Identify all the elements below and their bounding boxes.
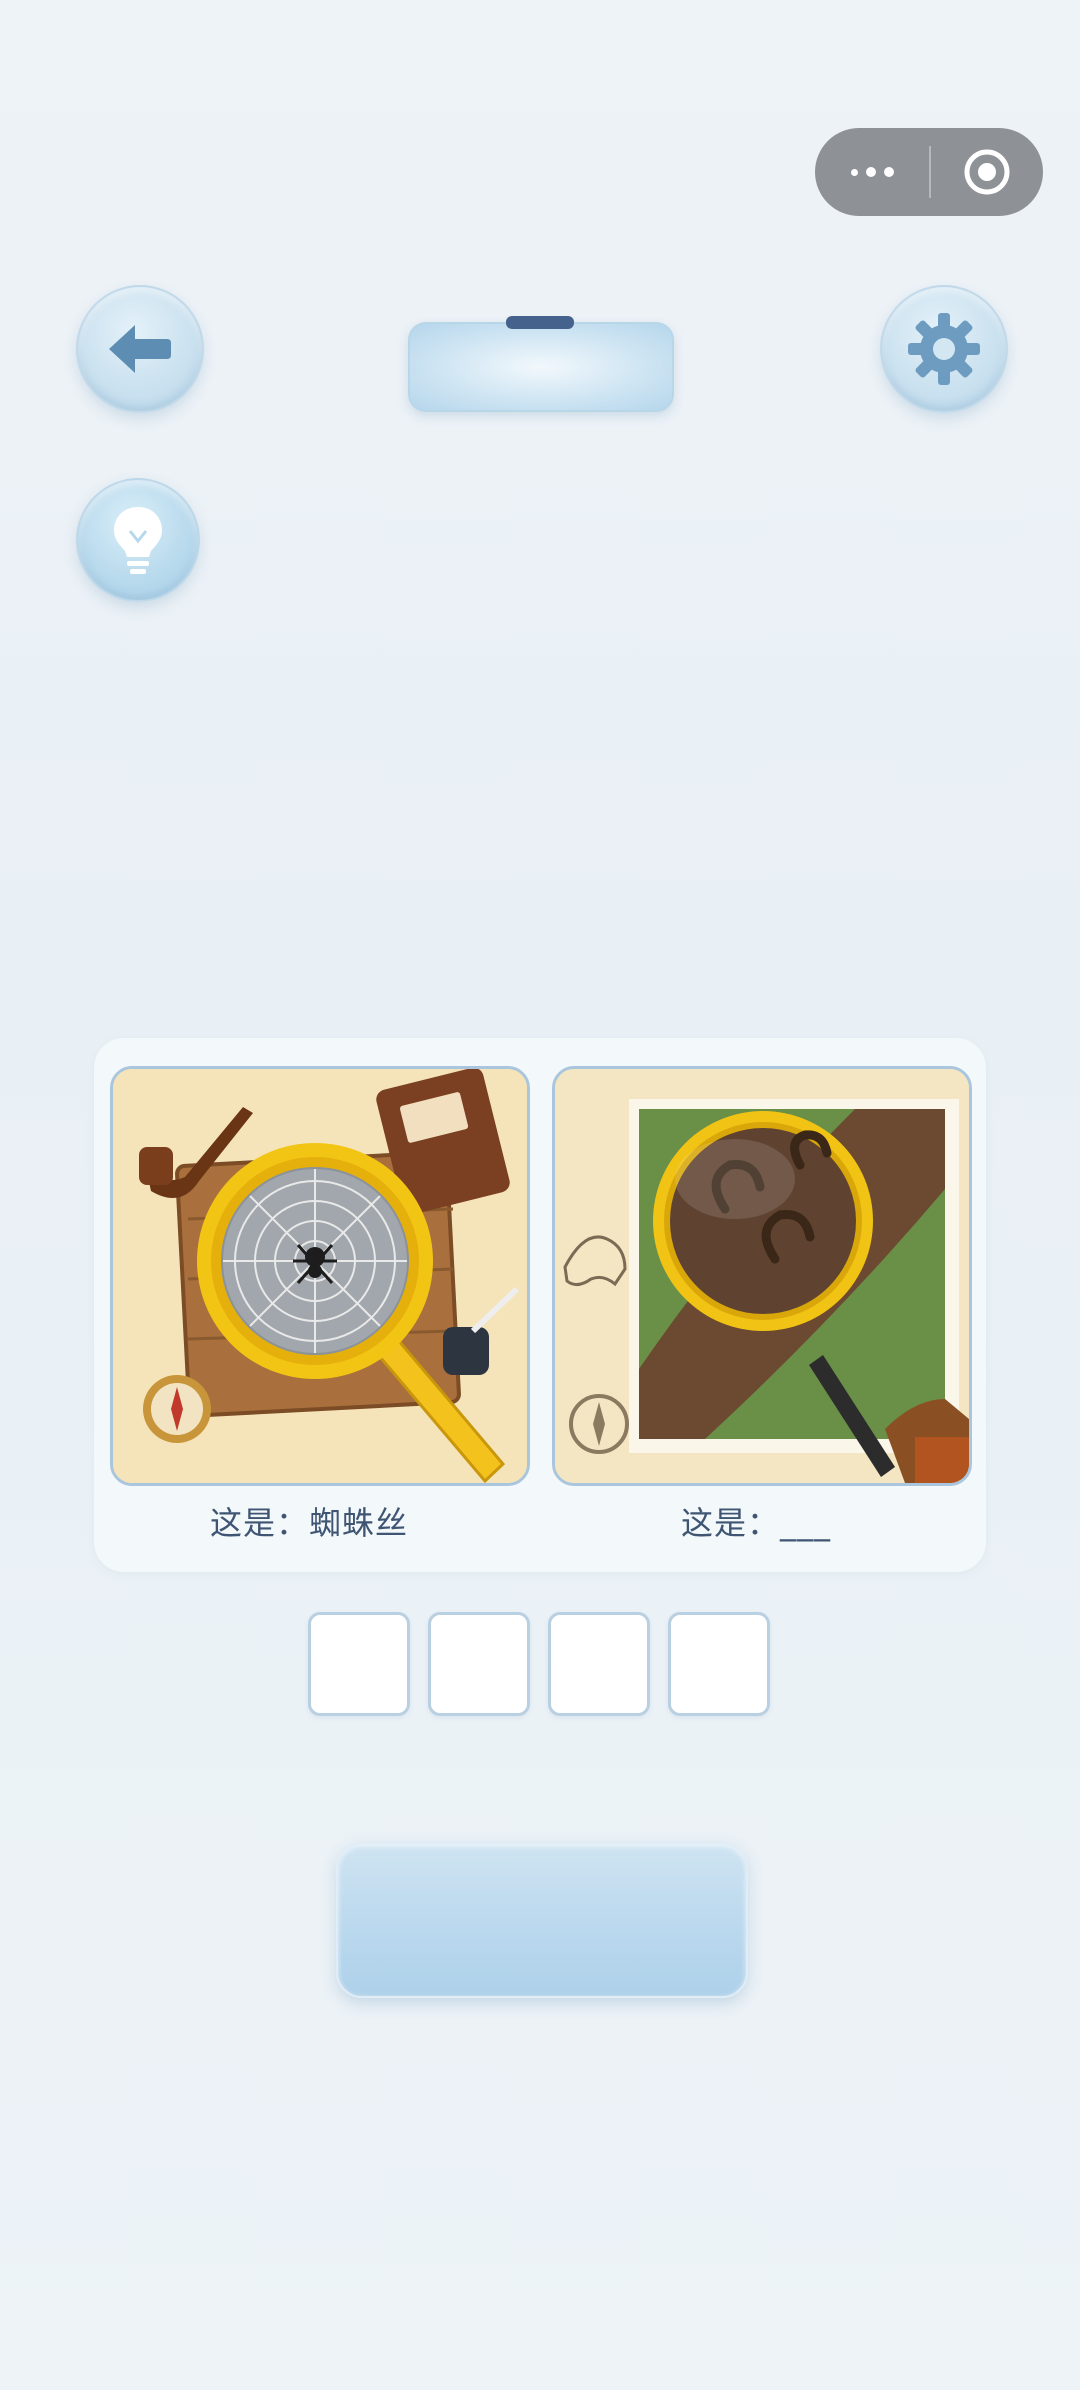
- caption-right: 这是：___: [681, 1504, 832, 1542]
- arrow-left-icon: [109, 325, 171, 373]
- more-dots-icon[interactable]: [815, 128, 929, 216]
- back-button[interactable]: [76, 285, 204, 413]
- answer-slot-4[interactable]: [668, 1612, 770, 1716]
- submit-button[interactable]: [336, 1842, 748, 1998]
- answer-slot-2[interactable]: [428, 1612, 530, 1716]
- gear-icon: [908, 313, 980, 385]
- answer-slot-1[interactable]: [308, 1612, 410, 1716]
- miniprogram-capsule: [815, 128, 1043, 216]
- hint-button[interactable]: [76, 478, 200, 602]
- level-title-pill: [408, 322, 674, 412]
- answer-slot-3[interactable]: [548, 1612, 650, 1716]
- clue-image-hoofprints: [552, 1066, 972, 1486]
- caption-left: 这是：蜘蛛丝: [210, 1504, 409, 1542]
- lightbulb-icon: [114, 507, 162, 574]
- target-close-icon[interactable]: [931, 128, 1043, 216]
- settings-button[interactable]: [880, 285, 1008, 413]
- title-tab-accent: [506, 316, 574, 329]
- clue-image-spider-web: [110, 1066, 530, 1486]
